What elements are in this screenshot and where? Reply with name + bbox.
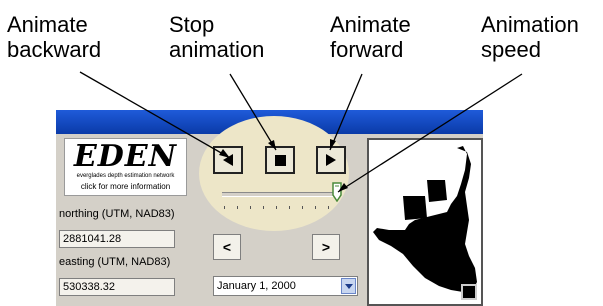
everglades-map-shape	[373, 146, 477, 292]
logo-word: EDEN	[73, 139, 178, 174]
stop-animation-button[interactable]	[265, 146, 295, 174]
callout-animation-speed-line2: speed	[481, 37, 541, 62]
slider-tick	[315, 206, 316, 209]
northing-label: northing (UTM, NAD83)	[59, 208, 175, 220]
slider-tick	[276, 206, 277, 209]
callout-stop-animation-line2: animation	[169, 37, 265, 62]
easting-field[interactable]: 530338.32	[59, 278, 175, 296]
callout-animate-backward: Animate backward	[7, 12, 101, 62]
callout-animate-forward-line1: Animate	[330, 12, 411, 37]
animate-backward-button[interactable]	[213, 146, 243, 174]
slider-thumb[interactable]	[332, 182, 342, 202]
slider-tick	[328, 206, 329, 209]
eden-logo[interactable]: EDEN everglades depth estimation network…	[64, 138, 187, 196]
animate-forward-button[interactable]	[316, 146, 346, 174]
map-view[interactable]	[367, 138, 483, 306]
callout-animate-forward-line2: forward	[330, 37, 404, 62]
map-toggle-button[interactable]	[461, 284, 477, 300]
date-select-value: January 1, 2000	[217, 280, 296, 292]
callout-stop-animation: Stop animation	[169, 12, 264, 62]
northing-field[interactable]: 2881041.28	[59, 230, 175, 248]
date-select[interactable]: January 1, 2000	[213, 276, 358, 296]
callout-animate-backward-line2: backward	[7, 37, 102, 62]
dropdown-button[interactable]	[341, 278, 356, 294]
previous-step-button[interactable]: <	[213, 234, 241, 260]
callout-animate-forward: Animate forward	[330, 12, 411, 62]
slider-tick	[263, 206, 264, 209]
animation-panel: EDEN everglades depth estimation network…	[56, 110, 483, 306]
easting-label: easting (UTM, NAD83)	[59, 256, 171, 268]
callout-stop-animation-line1: Stop	[169, 12, 215, 37]
slider-tick	[237, 206, 238, 209]
next-step-button[interactable]: >	[312, 234, 340, 260]
callout-animation-speed-line1: Animation	[481, 12, 579, 37]
slider-tick	[224, 206, 225, 209]
logo-subtitle: everglades depth estimation network	[76, 173, 175, 179]
logo-info-link[interactable]: click for more information	[65, 182, 186, 192]
callout-animate-backward-line1: Animate	[7, 12, 88, 37]
play-backward-icon	[223, 154, 233, 166]
play-forward-icon	[326, 154, 336, 166]
callout-animation-speed: Animation speed	[481, 12, 579, 62]
slider-tick	[250, 206, 251, 209]
slider-tick	[289, 206, 290, 209]
stop-icon	[274, 154, 286, 166]
chevron-down-icon	[345, 284, 353, 289]
slider-tick	[302, 206, 303, 209]
animation-speed-slider[interactable]	[222, 192, 340, 197]
